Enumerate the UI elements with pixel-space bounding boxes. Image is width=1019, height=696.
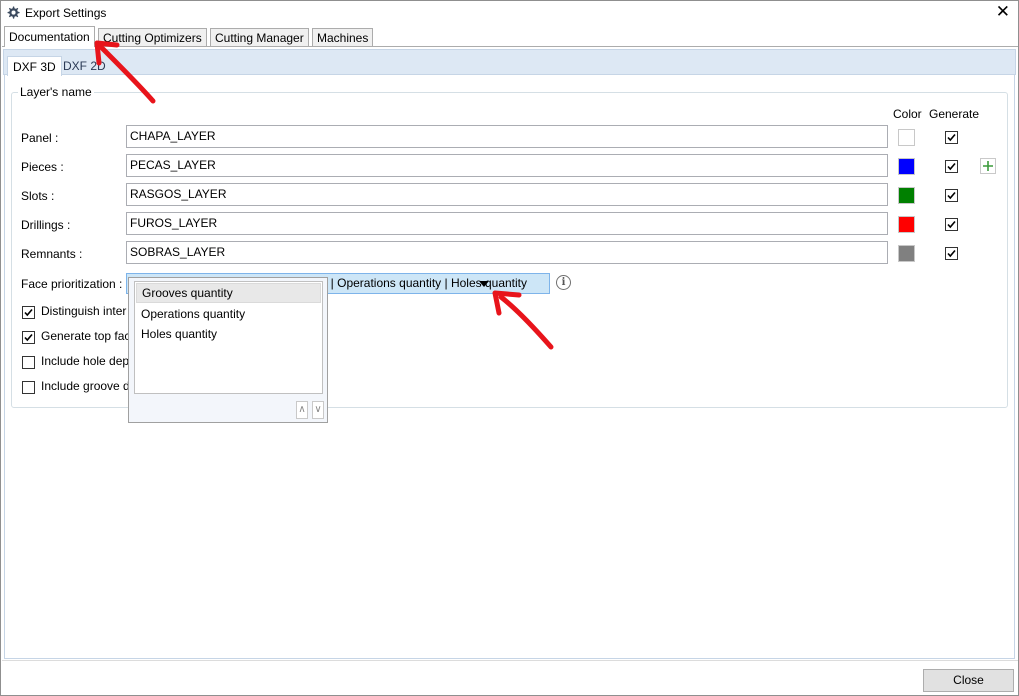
footer-divider — [2, 660, 1018, 661]
list-item[interactable]: Grooves quantity — [136, 283, 321, 303]
tab-machines[interactable]: Machines — [312, 28, 374, 46]
subtab-label: DXF 3D — [13, 60, 56, 74]
drillings-layer-input[interactable]: FUROS_LAYER — [126, 212, 888, 235]
checkmark-icon — [24, 334, 33, 342]
remnants-label: Remnants : — [21, 247, 83, 261]
option-include-groove[interactable]: Include groove d — [22, 379, 130, 395]
include-hole-depth-checkbox[interactable] — [22, 356, 35, 370]
panel-layer-input[interactable]: CHAPA_LAYER — [126, 125, 888, 148]
gear-icon — [7, 6, 20, 19]
annotation-arrow-icon — [492, 290, 554, 350]
move-down-button[interactable]: ∨ — [312, 401, 324, 419]
pieces-generate-checkbox[interactable] — [945, 160, 958, 173]
annotation-arrow-icon — [94, 40, 156, 104]
list-item[interactable]: Holes quantity — [135, 324, 322, 344]
include-groove-checkbox[interactable] — [22, 381, 35, 395]
checkmark-icon — [947, 133, 956, 142]
slots-color-swatch[interactable] — [898, 187, 915, 204]
slots-label: Slots : — [21, 189, 55, 203]
checkmark-icon — [947, 191, 956, 200]
window-title: Export Settings — [25, 6, 107, 20]
slots-layer-input[interactable]: RASGOS_LAYER — [126, 183, 888, 206]
subtab-dxf-3d[interactable]: DXF 3D — [7, 56, 62, 76]
remnants-color-swatch[interactable] — [898, 245, 915, 262]
panel-generate-checkbox[interactable] — [945, 131, 958, 144]
remnants-layer-input[interactable]: SOBRAS_LAYER — [126, 241, 888, 264]
option-generate-top-face[interactable]: Generate top fac — [22, 329, 130, 345]
move-up-button[interactable]: ∧ — [296, 401, 308, 419]
tab-documentation[interactable]: Documentation — [4, 26, 95, 47]
drillings-generate-checkbox[interactable] — [945, 218, 958, 231]
title-bar: Export Settings ✕ — [1, 1, 1018, 25]
panel-color-swatch[interactable] — [898, 129, 915, 146]
close-button[interactable]: Close — [923, 669, 1014, 692]
option-distinguish[interactable]: Distinguish inter — [22, 304, 126, 320]
face-prioritization-popup: Grooves quantity Operations quantity Hol… — [128, 277, 328, 423]
pieces-layer-input[interactable]: PECAS_LAYER — [126, 154, 888, 177]
generate-column-header: Generate — [929, 107, 980, 121]
plus-icon — [983, 161, 993, 171]
slots-generate-checkbox[interactable] — [945, 189, 958, 202]
export-settings-window: Export Settings ✕ Documentation Cutting … — [0, 0, 1019, 696]
option-label: Distinguish inter — [41, 304, 127, 318]
generate-top-face-checkbox[interactable] — [22, 331, 35, 345]
panel-label: Panel : — [21, 131, 59, 145]
option-include-hole-depth[interactable]: Include hole dep — [22, 354, 129, 370]
option-label: Include groove d — [41, 379, 130, 393]
add-layer-button[interactable] — [980, 158, 996, 174]
remnants-generate-checkbox[interactable] — [945, 247, 958, 260]
checkmark-icon — [947, 249, 956, 258]
drillings-label: Drillings : — [21, 218, 71, 232]
list-item[interactable]: Operations quantity — [135, 304, 322, 324]
tab-label: Machines — [317, 31, 369, 45]
option-label: Include hole dep — [41, 354, 130, 368]
pieces-label: Pieces : — [21, 160, 64, 174]
checkmark-icon — [24, 309, 33, 317]
pieces-color-swatch[interactable] — [898, 158, 915, 175]
checkmark-icon — [947, 220, 956, 229]
distinguish-checkbox[interactable] — [22, 306, 35, 320]
tab-label: Cutting Manager — [215, 31, 304, 45]
group-title: Layer's name — [18, 85, 94, 99]
drillings-color-swatch[interactable] — [898, 216, 915, 233]
tab-label: Documentation — [9, 30, 90, 44]
color-column-header: Color — [893, 107, 922, 121]
tab-cutting-manager[interactable]: Cutting Manager — [210, 28, 309, 46]
close-window-icon[interactable]: ✕ — [996, 3, 1010, 21]
priority-order-list: Grooves quantity Operations quantity Hol… — [134, 281, 323, 394]
checkmark-icon — [947, 162, 956, 171]
option-label: Generate top fac — [41, 329, 131, 343]
face-prioritization-label: Face prioritization : — [21, 277, 123, 291]
